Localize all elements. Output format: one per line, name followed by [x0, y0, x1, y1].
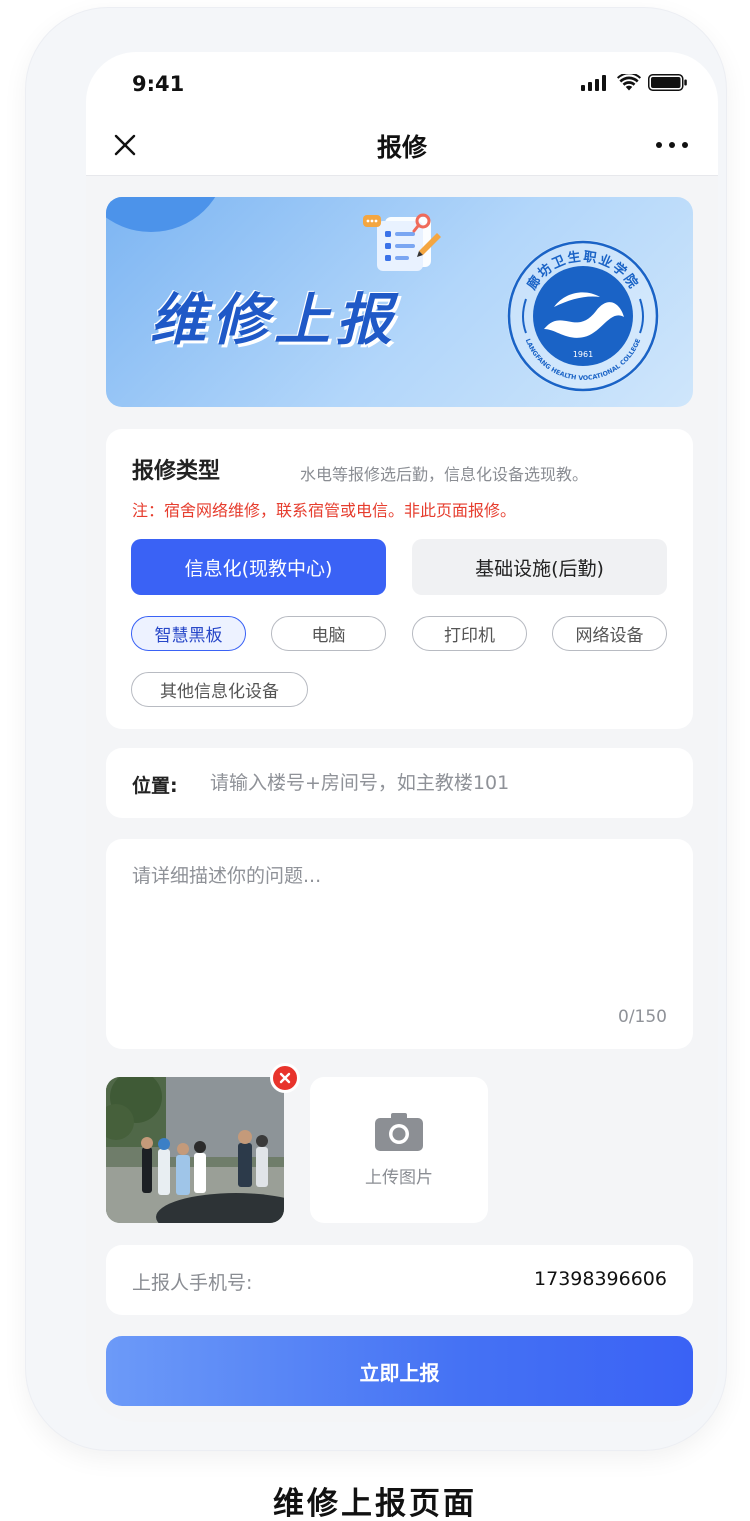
submit-report-button[interactable]: 立即上报	[106, 1336, 693, 1406]
repair-type-title: 报修类型	[132, 459, 221, 484]
description-input[interactable]	[132, 861, 672, 1001]
banner: 维修上报 廊坊卫生职业学院 LANGFANG HEALTH VOCATIONAL…	[106, 197, 693, 407]
category-it-button[interactable]: 信息化(现教中心)	[131, 539, 386, 595]
more-dot	[682, 142, 688, 148]
location-card: 位置:	[106, 748, 693, 818]
category-infrastructure-button[interactable]: 基础设施(后勤)	[412, 539, 667, 595]
wifi-icon	[617, 74, 641, 91]
more-icon[interactable]	[656, 132, 688, 158]
camera-icon	[375, 1113, 423, 1151]
more-dot	[656, 142, 662, 148]
phone-value[interactable]: 17398396606	[534, 1268, 667, 1290]
close-icon	[279, 1072, 291, 1084]
repair-type-card: 报修类型 水电等报修选后勤，信息化设备选现教。 注：宿舍网络维修，联系宿管或电信…	[106, 429, 693, 729]
page-title: 报修	[376, 133, 427, 162]
nav-bar: 报修	[86, 114, 718, 176]
description-counter: 0/150	[618, 1007, 667, 1027]
phone-label: 上报人手机号:	[132, 1272, 253, 1294]
location-input[interactable]	[210, 764, 670, 802]
status-icons	[580, 74, 688, 91]
chip-network-device[interactable]: 网络设备	[552, 616, 667, 651]
app-screen: 9:41 报修 维修上报 廊坊卫生职业学院 LANGFANG HEALTH VO…	[86, 52, 718, 1422]
logo-year: 1961	[573, 350, 593, 359]
location-label: 位置:	[132, 775, 178, 797]
remove-photo-button[interactable]	[270, 1063, 300, 1093]
battery-icon	[648, 74, 687, 91]
phone-frame: 9:41 报修 维修上报 廊坊卫生职业学院 LANGFANG HEALTH VO…	[26, 8, 726, 1450]
repair-type-note: 注：宿舍网络维修，联系宿管或电信。非此页面报修。	[132, 501, 517, 520]
reporter-phone-card: 上报人手机号: 17398396606	[106, 1245, 693, 1315]
more-dot	[669, 142, 675, 148]
chip-smart-blackboard[interactable]: 智慧黑板	[131, 616, 246, 651]
repair-type-hint: 水电等报修选后勤，信息化设备选现教。	[300, 465, 589, 484]
report-document-icon	[363, 213, 441, 271]
college-logo-icon: 廊坊卫生职业学院 LANGFANG HEALTH VOCATIONAL COLL…	[507, 240, 659, 392]
description-card: 0/150	[106, 839, 693, 1049]
chip-other-device[interactable]: 其他信息化设备	[131, 672, 308, 707]
signal-icon	[581, 74, 606, 91]
upload-image-label: 上传图片	[365, 1168, 433, 1188]
chip-computer[interactable]: 电脑	[271, 616, 386, 651]
chip-printer[interactable]: 打印机	[412, 616, 527, 651]
status-time: 9:41	[132, 72, 185, 96]
banner-decoration	[106, 197, 226, 232]
upload-image-button[interactable]: 上传图片	[310, 1077, 488, 1223]
status-bar: 9:41	[86, 52, 718, 114]
photo-image	[106, 1077, 284, 1223]
banner-title: 维修上报	[150, 288, 398, 353]
page-caption: 维修上报页面	[273, 1486, 477, 1521]
uploaded-photo-thumbnail[interactable]	[106, 1077, 284, 1223]
